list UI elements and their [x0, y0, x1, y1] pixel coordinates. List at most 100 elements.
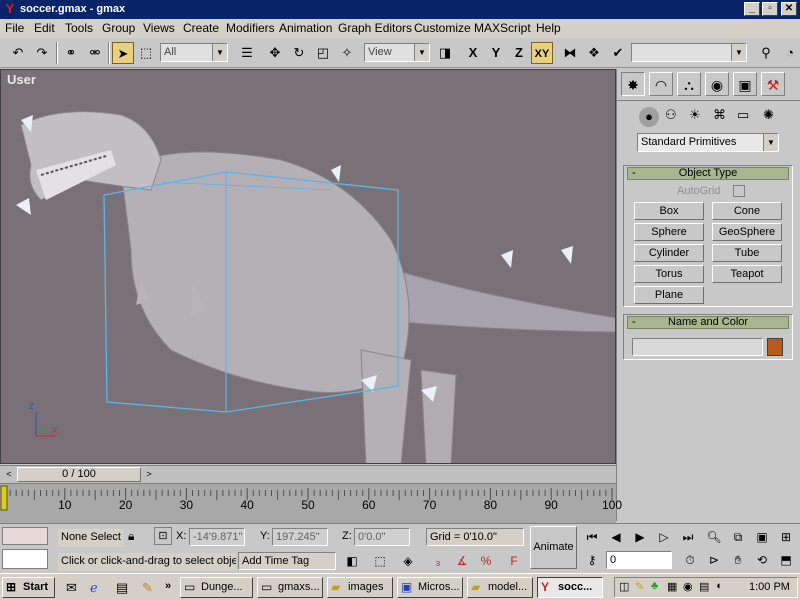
- zoom-extents-all-icon[interactable]: ⊞: [776, 527, 796, 547]
- tray-app-icon[interactable]: ◫: [619, 580, 629, 593]
- menu-group[interactable]: Group: [102, 21, 135, 35]
- internet-explorer-icon[interactable]: ℯ: [90, 580, 98, 596]
- maximize-viewport-icon[interactable]: ⬒: [776, 550, 796, 570]
- teapot-button[interactable]: Teapot: [712, 265, 782, 283]
- reference-coordinate-dropdown[interactable]: View ▼: [364, 43, 430, 62]
- taskbar-item-model[interactable]: ▰ model...: [467, 577, 533, 598]
- field-of-view-icon[interactable]: ⊳: [704, 550, 724, 570]
- pan-icon[interactable]: ✋︎: [728, 550, 748, 570]
- time-slider-thumb[interactable]: 0 / 100: [17, 467, 141, 482]
- angle-snap-toggle-icon[interactable]: ∡: [452, 551, 472, 571]
- absolute-mode-icon[interactable]: ⊡: [154, 527, 172, 545]
- add-time-tag-field[interactable]: Add Time Tag: [238, 552, 336, 570]
- menu-create[interactable]: Create: [183, 21, 219, 35]
- select-and-move-icon[interactable]: ✥: [264, 42, 286, 64]
- menu-modifiers[interactable]: Modifiers: [226, 21, 275, 35]
- restrict-to-x-button[interactable]: X: [462, 42, 484, 64]
- select-and-scale-icon[interactable]: ◰: [312, 42, 334, 64]
- tray-task-icon[interactable]: ▤: [699, 580, 709, 593]
- window-selection-icon[interactable]: ⬚: [370, 551, 390, 571]
- taskbar-item-images[interactable]: ▰ images: [327, 577, 393, 598]
- select-by-name-icon[interactable]: ☰: [236, 42, 258, 64]
- menu-customize[interactable]: Customize: [414, 21, 471, 35]
- snap-toggle-icon[interactable]: ⚲: [755, 42, 777, 64]
- selection-lock-icon[interactable]: 🔒︎: [128, 529, 134, 544]
- select-and-rotate-icon[interactable]: ↻: [288, 42, 310, 64]
- name-and-color-header[interactable]: - Name and Color: [627, 316, 789, 329]
- key-mode-icon[interactable]: ⚷: [582, 550, 602, 570]
- chevron-right-icon[interactable]: »: [165, 580, 171, 592]
- menu-help[interactable]: Help: [536, 21, 561, 35]
- spinner-snap-icon[interactable]: F: [504, 551, 524, 571]
- selection-filter-dropdown[interactable]: All ▼: [160, 43, 228, 62]
- select-and-manipulate-icon[interactable]: ✧: [336, 42, 358, 64]
- y-coord-field[interactable]: 197.245": [272, 528, 328, 546]
- outlook-express-icon[interactable]: ✉: [66, 580, 77, 596]
- tray-monitor-icon[interactable]: ▦: [667, 580, 677, 593]
- select-object-icon[interactable]: ➤: [112, 42, 134, 64]
- unlink-selection-icon[interactable]: ⚮: [84, 42, 106, 64]
- mirror-icon[interactable]: ⧓: [559, 42, 581, 64]
- taskbar-item-gmaxs[interactable]: ▭ gmaxs...: [257, 577, 323, 598]
- zoom-all-icon[interactable]: ⧉: [728, 527, 748, 547]
- animate-button[interactable]: Animate: [530, 526, 577, 569]
- array-icon[interactable]: ❖: [583, 42, 605, 64]
- maximize-button[interactable]: ▫: [762, 2, 778, 16]
- go-to-start-icon[interactable]: ⏮: [582, 527, 602, 547]
- motion-panel-tab[interactable]: ◉: [705, 72, 729, 96]
- time-slider[interactable]: < 0 / 100 >: [0, 465, 616, 483]
- menu-animation[interactable]: Animation: [279, 21, 332, 35]
- lights-icon[interactable]: ☀: [689, 107, 701, 123]
- tray-pencil-icon[interactable]: ✎: [635, 580, 644, 593]
- close-button[interactable]: ✕: [781, 2, 797, 16]
- maxscript-input-mini[interactable]: [2, 549, 48, 569]
- restrict-to-y-button[interactable]: Y: [485, 42, 507, 64]
- minimize-button[interactable]: _: [744, 2, 760, 16]
- taskbar-item-soccer[interactable]: Y socc...: [537, 577, 603, 598]
- cylinder-button[interactable]: Cylinder: [634, 244, 704, 262]
- percent-snap-icon[interactable]: %: [476, 551, 496, 571]
- start-button[interactable]: ⊞ Start: [2, 577, 55, 598]
- viewport-user[interactable]: User z y x: [0, 69, 616, 464]
- taskbar-item-micros[interactable]: ▣ Micros...: [397, 577, 463, 598]
- degradation-override-icon[interactable]: ◈: [398, 551, 418, 571]
- restrict-to-z-button[interactable]: Z: [508, 42, 530, 64]
- tray-volume-icon[interactable]: ◖: [715, 580, 722, 592]
- geosphere-button[interactable]: GeoSphere: [712, 223, 782, 241]
- plane-button[interactable]: Plane: [634, 286, 704, 304]
- next-frame-icon[interactable]: ▷: [654, 527, 674, 547]
- shapes-icon[interactable]: ⚇: [665, 107, 677, 123]
- arc-rotate-icon[interactable]: ⟲: [752, 550, 772, 570]
- z-coord-field[interactable]: 0'0.0": [354, 528, 410, 546]
- tray-network-icon[interactable]: ♣: [651, 580, 658, 592]
- torus-button[interactable]: Torus: [634, 265, 704, 283]
- chevron-left-icon[interactable]: <: [2, 467, 16, 482]
- crossing-selection-icon[interactable]: ◧: [342, 551, 362, 571]
- cone-button[interactable]: Cone: [712, 202, 782, 220]
- tray-disk-icon[interactable]: ◉: [683, 580, 693, 593]
- dinosaur-model[interactable]: [1, 70, 616, 464]
- snap-3d-icon[interactable]: ₃: [428, 551, 448, 571]
- current-frame-field[interactable]: 0: [606, 551, 672, 569]
- box-button[interactable]: Box: [634, 202, 704, 220]
- display-panel-tab[interactable]: ▣: [733, 72, 757, 96]
- previous-frame-icon[interactable]: ◀: [606, 527, 626, 547]
- create-panel-tab[interactable]: ✸: [621, 72, 645, 96]
- cameras-icon[interactable]: ⌘: [713, 107, 726, 123]
- time-configuration-icon[interactable]: ⏱: [680, 550, 700, 570]
- play-icon[interactable]: ▶: [630, 527, 650, 547]
- undo-icon[interactable]: ↶: [7, 42, 29, 64]
- taskbar-item-dunge[interactable]: ▭ Dunge...: [180, 577, 253, 598]
- menu-tools[interactable]: Tools: [65, 21, 93, 35]
- object-name-field[interactable]: [632, 338, 763, 356]
- select-and-link-icon[interactable]: ⚭: [60, 42, 82, 64]
- align-icon[interactable]: ✔: [607, 42, 629, 64]
- angle-snap-icon[interactable]: ◔: [779, 42, 800, 64]
- menu-views[interactable]: Views: [143, 21, 175, 35]
- hierarchy-panel-tab[interactable]: ⛬: [677, 72, 701, 96]
- object-type-header[interactable]: - Object Type: [627, 167, 789, 180]
- restrict-to-xy-button[interactable]: XY: [531, 42, 553, 64]
- go-to-end-icon[interactable]: ⏭: [678, 527, 698, 547]
- zoom-extents-icon[interactable]: ▣: [752, 527, 772, 547]
- x-coord-field[interactable]: -14'9.871": [189, 528, 245, 546]
